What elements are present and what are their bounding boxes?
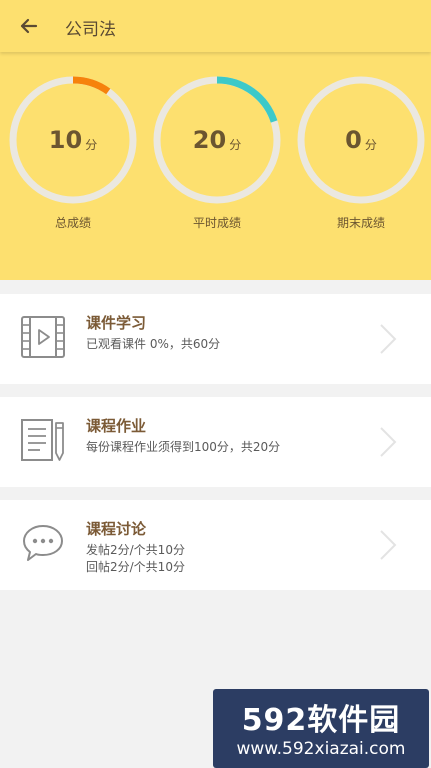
chat-icon xyxy=(23,525,63,561)
course-homework-desc: 每份课程作业须得到100分，共20分 xyxy=(86,440,281,454)
video-icon xyxy=(21,316,65,358)
total-score-unit: 分 xyxy=(85,137,98,152)
course-video-desc: 已观看课件 0%，共60分 xyxy=(86,337,221,351)
course-video-item[interactable]: 课件学习 已观看课件 0%，共60分 xyxy=(0,294,431,384)
watermark-brand: 592软件园 xyxy=(241,703,401,738)
course-discussion-item[interactable]: 课程讨论 发帖2分/个共10分 回帖2分/个共10分 xyxy=(0,500,431,590)
course-video-title: 课件学习 xyxy=(86,314,147,332)
course-homework-item[interactable]: 课程作业 每份课程作业须得到100分，共20分 xyxy=(0,397,431,487)
total-score-value: 10 xyxy=(48,126,83,154)
site-watermark: 592软件园 www.592xiazai.com xyxy=(213,689,429,768)
final-score-label: 期末成绩 xyxy=(336,216,385,230)
course-homework-title: 课程作业 xyxy=(86,417,147,435)
post-rule: 发帖2分/个共10分 xyxy=(86,543,185,557)
usual-score-label: 平时成绩 xyxy=(192,216,241,230)
course-discussion-desc: 发帖2分/个共10分 回帖2分/个共10分 xyxy=(86,542,185,576)
reply-rule: 回帖2分/个共10分 xyxy=(86,560,185,574)
score-panel: 10 分 总成绩 20 分 平时成绩 0 分 期末成绩 xyxy=(0,52,431,280)
usual-score-ring: 20 分 xyxy=(151,74,283,206)
final-score-value: 0 xyxy=(345,126,362,154)
back-arrow-icon[interactable] xyxy=(14,12,44,40)
final-score-ring: 0 分 xyxy=(295,74,427,206)
total-score-label: 总成绩 xyxy=(54,216,91,230)
usual-score-value: 20 xyxy=(192,126,227,154)
course-discussion-title: 课程讨论 xyxy=(86,520,147,538)
usual-score-unit: 分 xyxy=(229,137,242,152)
page-title: 公司法 xyxy=(65,20,116,40)
total-score-ring: 10 分 xyxy=(7,74,139,206)
app-header: 公司法 xyxy=(0,0,431,52)
chevron-right-icon xyxy=(380,427,397,457)
chevron-right-icon xyxy=(380,530,397,560)
homework-icon xyxy=(21,419,64,461)
chevron-right-icon xyxy=(380,324,397,354)
watermark-url: www.592xiazai.com xyxy=(236,739,406,759)
final-score-unit: 分 xyxy=(364,137,377,152)
